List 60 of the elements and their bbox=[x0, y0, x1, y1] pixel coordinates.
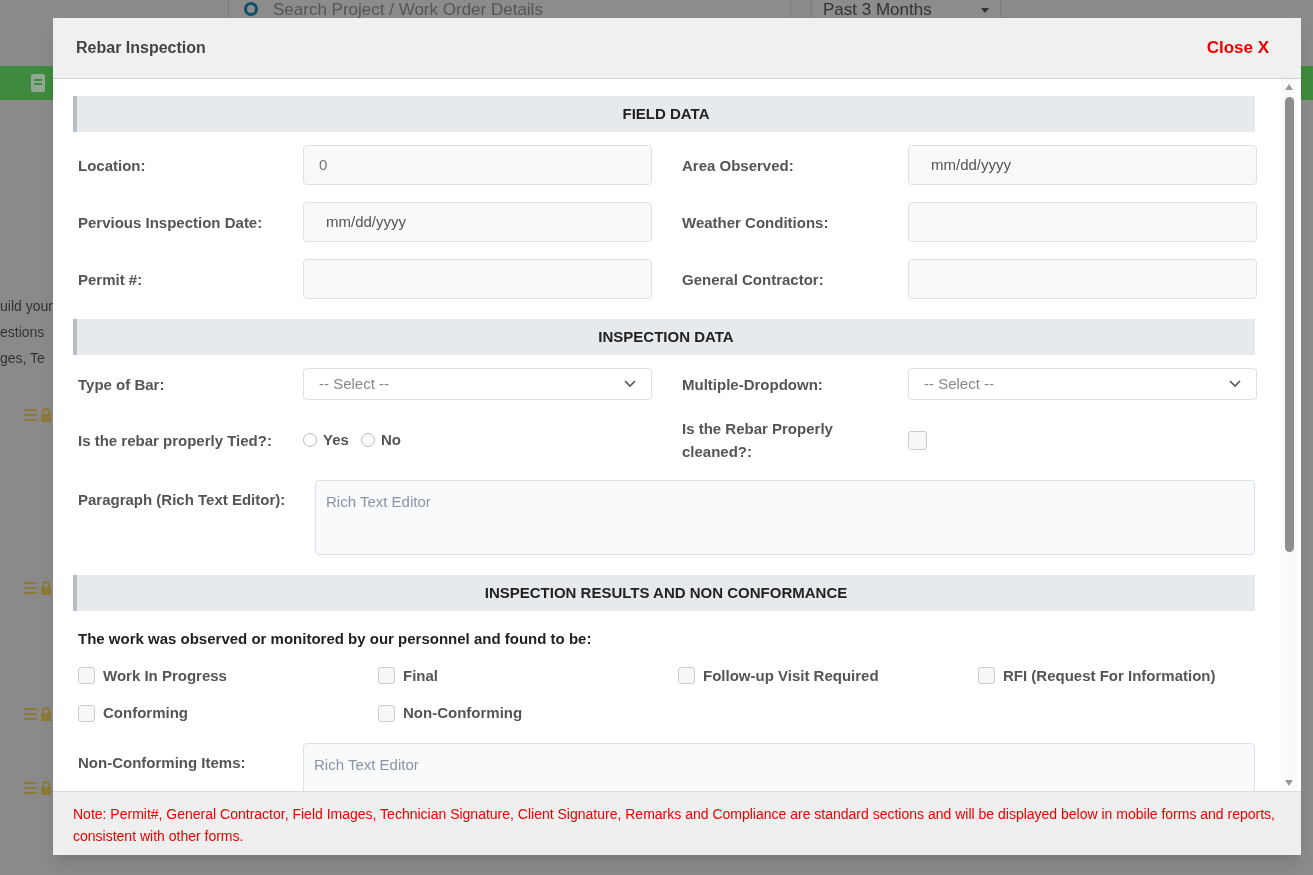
select-dropdown[interactable]: -- Select -- bbox=[908, 368, 1257, 400]
checkbox[interactable] bbox=[78, 704, 95, 722]
field-label: Type of Bar: bbox=[78, 374, 166, 395]
scrollbar[interactable] bbox=[1281, 79, 1297, 791]
sidebar-text: uild your bbox=[0, 297, 53, 316]
modal-title: Rebar Inspection bbox=[76, 38, 206, 58]
drag-lock-icon bbox=[24, 408, 52, 422]
scroll-down-icon[interactable] bbox=[1284, 779, 1294, 787]
chevron-down-icon bbox=[624, 380, 636, 388]
rich-text-editor[interactable]: Rich Text Editor bbox=[315, 480, 1255, 555]
section-header: INSPECTION RESULTS AND NON CONFORMANCE bbox=[73, 575, 1255, 611]
close-button[interactable]: Close X bbox=[1206, 35, 1269, 61]
radio-label: No bbox=[380, 429, 401, 450]
field-label: Pervious Inspection Date: bbox=[78, 212, 264, 233]
field-label: Location: bbox=[78, 155, 147, 176]
footer-note: Note: Permit#, General Contractor, Field Images, Technician Signature, Client Signature, Remarks and Compliance are standard sections and will be displayed below in mobile forms and reports, consistent with other forms. bbox=[73, 805, 1276, 846]
checkbox-label: Work In Progress bbox=[103, 665, 227, 686]
section-header: INSPECTION DATA bbox=[73, 319, 1255, 355]
text-field[interactable] bbox=[908, 202, 1257, 242]
rich-text-editor[interactable]: Rich Text Editor bbox=[303, 742, 1255, 791]
sidebar-text: ges, Te bbox=[0, 349, 45, 368]
checkbox-label: Conforming bbox=[103, 703, 188, 723]
drag-lock-icon bbox=[24, 781, 52, 795]
field-label: Is the Rebar Properly cleaned?: bbox=[682, 419, 834, 462]
radio-label: Yes bbox=[323, 429, 349, 450]
field-label: General Contractor: bbox=[682, 269, 825, 290]
checkbox-label: RFI (Request For Information) bbox=[1003, 665, 1216, 686]
search-icon bbox=[243, 1, 261, 19]
field-label: Area Observed: bbox=[682, 155, 795, 176]
scrollbar-thumb[interactable] bbox=[1284, 97, 1294, 552]
checkbox[interactable] bbox=[78, 667, 95, 685]
field-label: Non-Conforming Items: bbox=[78, 752, 247, 773]
section-statement: The work was observed or monitored by our personnel and found to be: bbox=[77, 629, 593, 649]
drag-lock-icon bbox=[24, 581, 52, 595]
date-field[interactable]: mm/dd/yyyy bbox=[303, 202, 652, 242]
checkbox-label: Non-Conforming bbox=[403, 703, 523, 723]
sidebar-text: estions bbox=[0, 323, 45, 342]
text-field[interactable] bbox=[303, 259, 652, 299]
checkbox[interactable] bbox=[978, 667, 995, 685]
select-dropdown[interactable]: -- Select -- bbox=[303, 368, 652, 400]
book-icon bbox=[30, 73, 46, 93]
field-label: Permit #: bbox=[78, 269, 144, 290]
caret-icon bbox=[981, 7, 989, 13]
section-header: FIELD DATA bbox=[73, 96, 1255, 132]
checkbox[interactable] bbox=[378, 704, 395, 722]
checkbox-label: Final bbox=[403, 665, 438, 686]
drag-lock-icon bbox=[24, 707, 52, 721]
checkbox[interactable] bbox=[678, 667, 695, 685]
checkbox-label: Follow-up Visit Required bbox=[703, 665, 879, 686]
checkbox[interactable] bbox=[378, 667, 395, 685]
field-label: Paragraph (Rich Text Editor): bbox=[78, 490, 287, 510]
date-field[interactable]: mm/dd/yyyy bbox=[908, 145, 1257, 185]
checkbox[interactable] bbox=[908, 430, 927, 450]
field-label: Multiple-Dropdown: bbox=[682, 374, 824, 395]
text-field[interactable] bbox=[908, 259, 1257, 299]
field-label: Weather Conditions: bbox=[682, 212, 830, 233]
scroll-up-icon[interactable] bbox=[1284, 83, 1294, 91]
text-field[interactable]: 0 bbox=[303, 145, 652, 185]
chevron-down-icon bbox=[1229, 380, 1241, 388]
field-label: Is the rebar properly Tied?: bbox=[78, 430, 273, 451]
